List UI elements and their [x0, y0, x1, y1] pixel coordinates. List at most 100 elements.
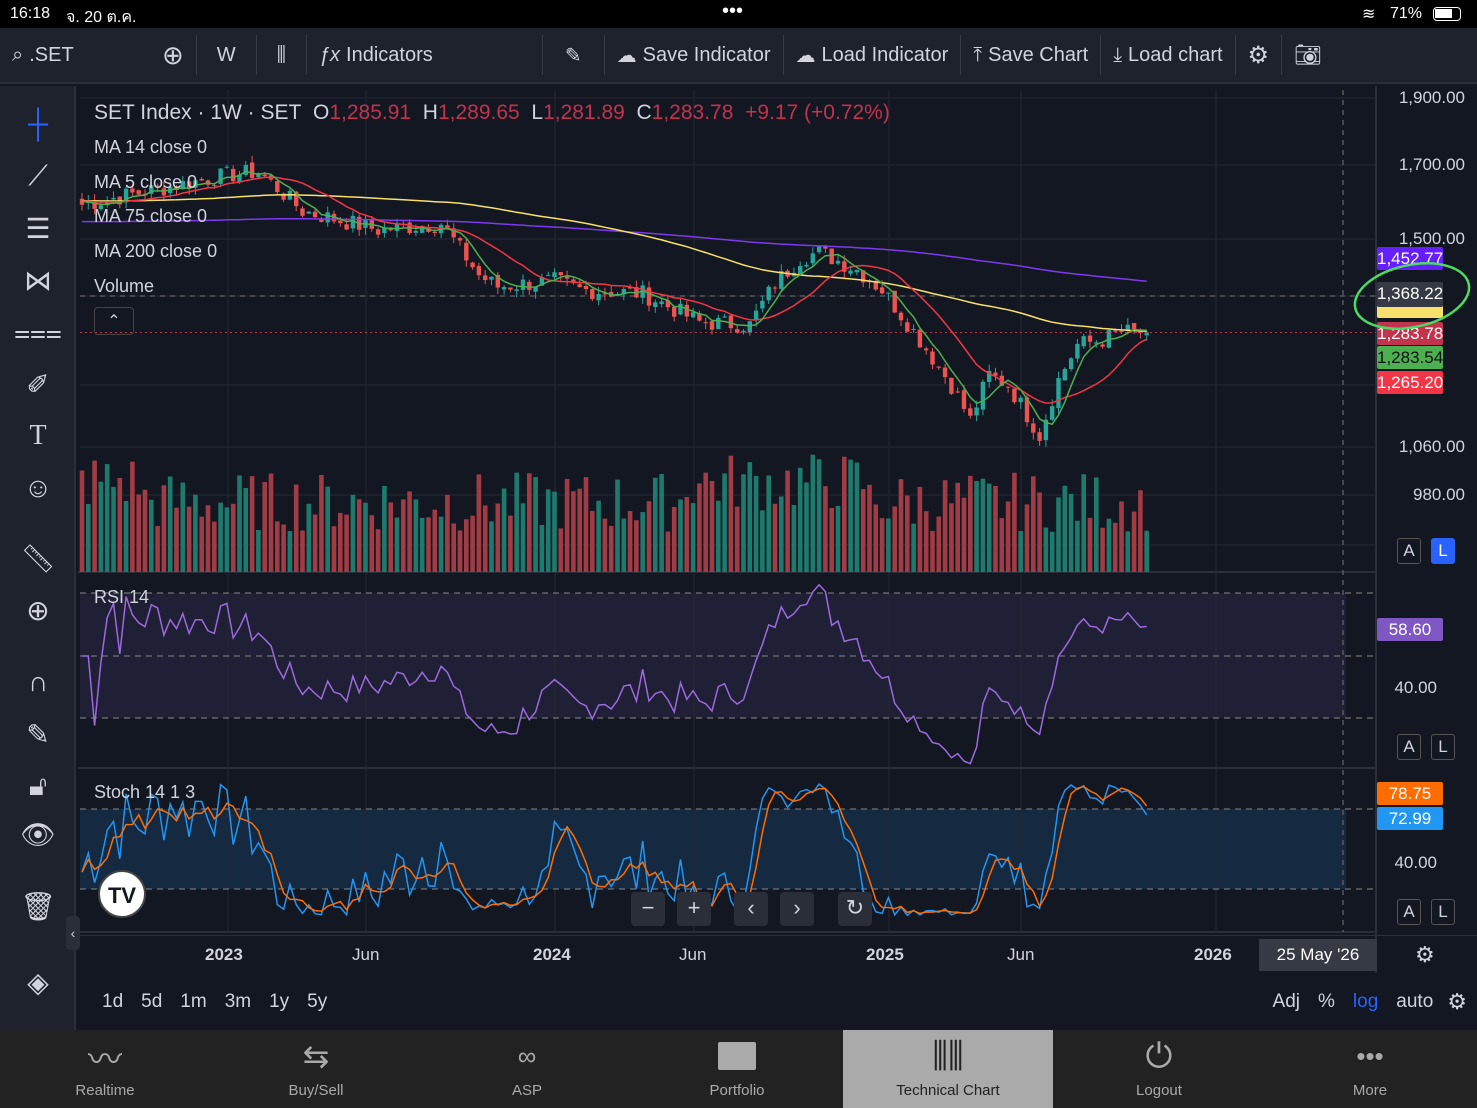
- volume-bar: [653, 477, 658, 572]
- reset-chart-button[interactable]: ↻: [838, 892, 872, 926]
- candle-body: [231, 168, 236, 182]
- volume-bar: [356, 499, 362, 572]
- price-tick: 1,060.00: [1398, 437, 1465, 456]
- scroll-left-button[interactable]: ‹: [734, 892, 768, 926]
- candle-body: [1113, 330, 1118, 332]
- volume-bar: [608, 525, 614, 572]
- tab-realtime[interactable]: 〰 Realtime: [0, 1030, 210, 1108]
- legend-volume[interactable]: Volume: [94, 276, 154, 297]
- volume-bar: [942, 480, 948, 572]
- candle-body: [766, 286, 771, 301]
- candle-body: [413, 230, 419, 233]
- volume-bar: [161, 485, 167, 572]
- volume-bar: [634, 520, 639, 572]
- candle-body: [375, 229, 381, 235]
- tab-more[interactable]: ••• More: [1265, 1030, 1475, 1108]
- candle-body: [224, 166, 230, 168]
- tab-asp[interactable]: ∞ ASP: [422, 1030, 632, 1108]
- legend-rsi[interactable]: RSI 14: [94, 587, 149, 608]
- scroll-right-button[interactable]: ›: [780, 892, 814, 926]
- stoch-auto-button[interactable]: A: [1397, 899, 1421, 925]
- tradingview-logo[interactable]: TV: [98, 870, 146, 918]
- legend-ma14[interactable]: MA 14 close 0: [94, 137, 207, 158]
- chart-legend: SET Index · 1W · SET O1,285.91 H1,289.65…: [94, 101, 890, 124]
- volume-bar: [293, 484, 299, 572]
- volume-bar: [419, 517, 425, 572]
- auto-toggle[interactable]: auto: [1396, 991, 1433, 1013]
- volume-bar: [974, 480, 979, 572]
- axis-settings-icon[interactable]: ⚙: [1415, 942, 1435, 968]
- candle-body: [1056, 378, 1061, 409]
- period-1m[interactable]: 1m: [180, 991, 206, 1013]
- legend-stoch[interactable]: Stoch 14 1 3: [94, 782, 195, 803]
- percent-toggle[interactable]: %: [1318, 991, 1335, 1013]
- candle-body: [1119, 330, 1124, 332]
- candle-body: [470, 262, 475, 268]
- candle-body: [1062, 368, 1067, 381]
- candle-body: [848, 270, 853, 274]
- rsi-log-button[interactable]: L: [1431, 734, 1455, 760]
- period-5d[interactable]: 5d: [141, 991, 162, 1013]
- time-tick: 2025: [866, 945, 904, 964]
- volume-bar: [539, 524, 545, 572]
- tab-technical-chart[interactable]: ⫼⫼ Technical Chart: [843, 1030, 1053, 1108]
- collapse-legend-button[interactable]: ⌃: [94, 307, 134, 335]
- tab-logout[interactable]: ⏻ Logout: [1054, 1030, 1264, 1108]
- zoom-out-button[interactable]: −: [631, 892, 665, 926]
- log-toggle[interactable]: log: [1353, 991, 1378, 1013]
- stoch-log-button[interactable]: L: [1431, 899, 1455, 925]
- time-tick: Jun: [679, 945, 707, 964]
- candle-body: [338, 220, 343, 224]
- candle-body: [249, 162, 255, 178]
- chart-canvas[interactable]: [0, 0, 1477, 973]
- auto-scale-button[interactable]: A: [1397, 538, 1421, 564]
- volume-bar: [413, 499, 419, 572]
- volume-bar: [237, 475, 242, 572]
- candle-body: [949, 377, 954, 394]
- volume-bar: [344, 514, 349, 572]
- legend-ma200[interactable]: MA 200 close 0: [94, 241, 217, 262]
- legend-ma75[interactable]: MA 75 close 0: [94, 206, 207, 227]
- volume-bar: [218, 502, 223, 572]
- adj-toggle[interactable]: Adj: [1273, 991, 1300, 1013]
- volume-bar: [797, 467, 803, 572]
- log-scale-button[interactable]: L: [1431, 538, 1455, 564]
- volume-bar: [873, 504, 879, 572]
- candle-body: [898, 312, 904, 321]
- period-1d[interactable]: 1d: [102, 991, 123, 1013]
- volume-bar: [514, 472, 519, 572]
- volume-bar: [136, 494, 141, 572]
- candle-body: [659, 301, 664, 305]
- bottom-tab-bar: 〰 Realtime ⇆ Buy/Sell ∞ ASP Portfolio ⫼⫼ Tec…: [0, 1030, 1477, 1108]
- candle-body: [968, 408, 973, 416]
- candle-body: [886, 292, 891, 294]
- tab-portfolio[interactable]: Portfolio: [632, 1030, 842, 1108]
- volume-bar: [1056, 497, 1061, 572]
- tab-buy-sell[interactable]: ⇆ Buy/Sell: [211, 1030, 421, 1108]
- volume-bar: [596, 500, 601, 572]
- volume-bar: [224, 507, 230, 572]
- swap-arrows-icon: ⇆: [302, 1038, 330, 1074]
- rsi-auto-button[interactable]: A: [1397, 734, 1421, 760]
- zoom-in-button[interactable]: +: [677, 892, 711, 926]
- candle-body: [779, 270, 784, 289]
- time-tick: Jun: [352, 945, 380, 964]
- candle-body: [199, 178, 204, 181]
- period-1y[interactable]: 1y: [269, 991, 289, 1013]
- candle-body: [1018, 397, 1023, 403]
- asia-plus-logo-icon: ∞: [517, 1040, 537, 1071]
- volume-bar: [602, 518, 608, 572]
- candle-body: [262, 174, 267, 177]
- legend-ma5[interactable]: MA 5 close 0: [94, 172, 197, 193]
- period-3m[interactable]: 3m: [225, 991, 251, 1013]
- candle-body: [728, 315, 734, 329]
- candle-body: [1031, 423, 1036, 433]
- candle-body: [753, 310, 759, 321]
- candle-body: [546, 274, 551, 276]
- gear-icon[interactable]: ⚙: [1447, 989, 1467, 1015]
- candle-body: [306, 211, 311, 214]
- candle-body: [942, 367, 948, 378]
- period-5y[interactable]: 5y: [307, 991, 327, 1013]
- time-axis[interactable]: 2023 Jun 2024 Jun 2025 Jun 2026 25 May '…: [78, 935, 1477, 973]
- candle-body: [690, 312, 696, 318]
